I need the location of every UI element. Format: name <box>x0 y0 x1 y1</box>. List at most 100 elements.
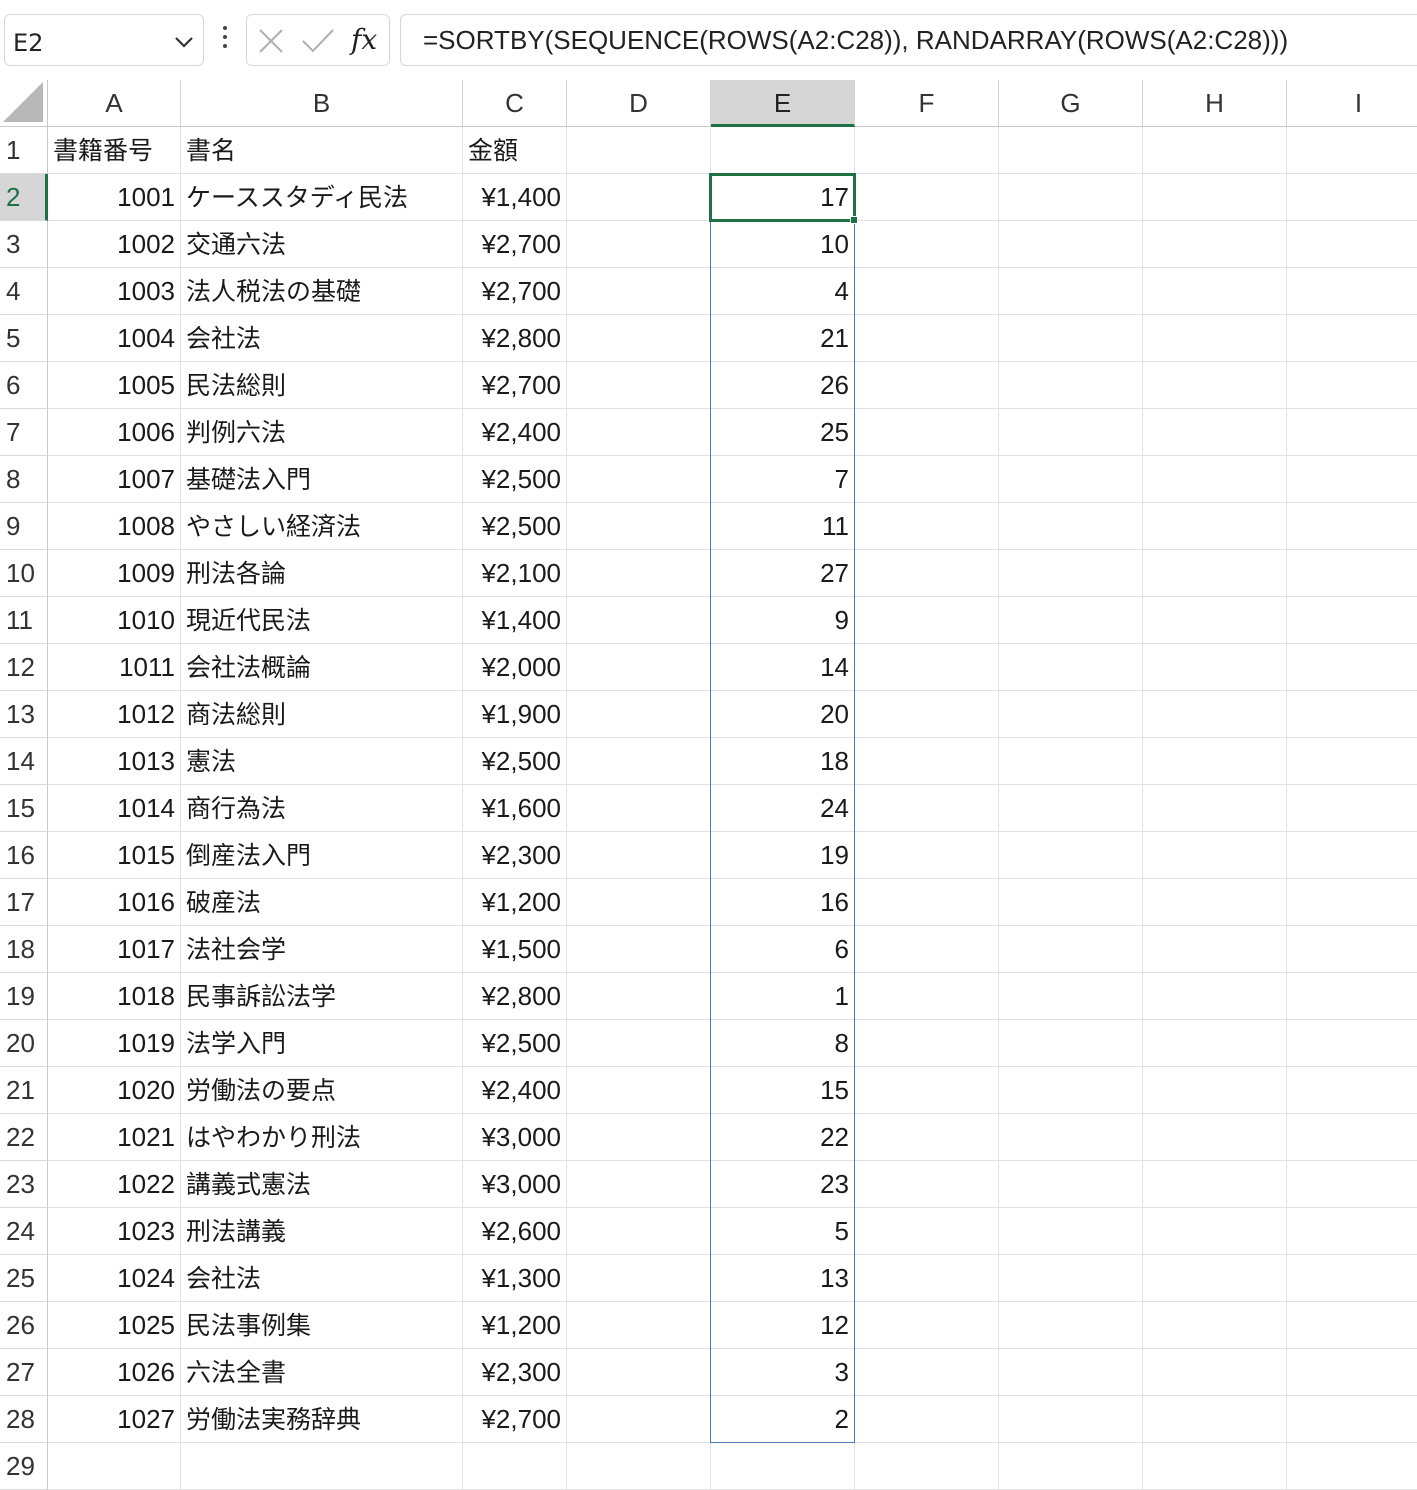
cell-g[interactable] <box>999 174 1143 221</box>
cell-f[interactable] <box>855 785 999 832</box>
cell-f[interactable] <box>855 503 999 550</box>
cell-book-id[interactable]: 1022 <box>48 1161 181 1208</box>
row-header[interactable]: 14 <box>0 738 48 785</box>
cell-book-title[interactable]: 法人税法の基礎 <box>181 268 463 315</box>
cell-price[interactable]: ¥1,600 <box>463 785 567 832</box>
cell-f[interactable] <box>855 973 999 1020</box>
cell-book-id[interactable]: 1004 <box>48 315 181 362</box>
cell-d[interactable] <box>567 785 711 832</box>
cell-g[interactable] <box>999 1114 1143 1161</box>
cell-price[interactable]: ¥2,400 <box>463 1067 567 1114</box>
cell-book-title[interactable]: 会社法 <box>181 1255 463 1302</box>
column-header-f[interactable]: F <box>855 80 999 127</box>
cell-random-order[interactable]: 4 <box>711 268 855 315</box>
cell-random-order[interactable]: 26 <box>711 362 855 409</box>
close-icon[interactable] <box>257 27 285 55</box>
cell-price[interactable]: ¥2,500 <box>463 456 567 503</box>
cell-f[interactable] <box>855 1114 999 1161</box>
cell-b1[interactable]: 書名 <box>181 127 463 174</box>
formula-text[interactable]: =SORTBY(SEQUENCE(ROWS(A2:C28)), RANDARRA… <box>423 25 1288 56</box>
cell-g[interactable] <box>999 503 1143 550</box>
cell-i[interactable] <box>1287 1255 1417 1302</box>
cell-book-id[interactable]: 1012 <box>48 691 181 738</box>
cell-book-id[interactable]: 1008 <box>48 503 181 550</box>
cell-book-id[interactable]: 1016 <box>48 879 181 926</box>
cell-book-title[interactable]: 破産法 <box>181 879 463 926</box>
check-icon[interactable] <box>301 27 335 55</box>
cell-price[interactable]: ¥1,300 <box>463 1255 567 1302</box>
cell-h[interactable] <box>1143 174 1287 221</box>
cell-d[interactable] <box>567 221 711 268</box>
cell-f[interactable] <box>855 1349 999 1396</box>
column-header-a[interactable]: A <box>48 80 181 127</box>
row-header[interactable]: 6 <box>0 362 48 409</box>
cell-book-id[interactable]: 1011 <box>48 644 181 691</box>
cell-f[interactable] <box>855 315 999 362</box>
column-header-i[interactable]: I <box>1287 80 1417 127</box>
cell-book-title[interactable]: はやわかり刑法 <box>181 1114 463 1161</box>
cell-book-title[interactable]: 民事訴訟法学 <box>181 973 463 1020</box>
cell-book-title[interactable]: 現近代民法 <box>181 597 463 644</box>
cell-i[interactable] <box>1287 221 1417 268</box>
cell-book-title[interactable]: 六法全書 <box>181 1349 463 1396</box>
cell-h[interactable] <box>1143 597 1287 644</box>
cell-f[interactable] <box>855 1020 999 1067</box>
cell-i[interactable] <box>1287 1114 1417 1161</box>
cell-f1[interactable] <box>855 127 999 174</box>
cell-g[interactable] <box>999 879 1143 926</box>
cell-price[interactable]: ¥2,300 <box>463 1349 567 1396</box>
cell-book-id[interactable]: 1027 <box>48 1396 181 1443</box>
cell-g1[interactable] <box>999 127 1143 174</box>
row-header[interactable]: 22 <box>0 1114 48 1161</box>
cell-d[interactable] <box>567 174 711 221</box>
cell-book-title[interactable]: やさしい経済法 <box>181 503 463 550</box>
cell-i[interactable] <box>1287 879 1417 926</box>
cell-g[interactable] <box>999 409 1143 456</box>
row-header[interactable]: 2 <box>0 174 48 221</box>
cell-h[interactable] <box>1143 1067 1287 1114</box>
cell-price[interactable]: ¥2,500 <box>463 1020 567 1067</box>
row-header[interactable]: 12 <box>0 644 48 691</box>
cell-random-order[interactable]: 21 <box>711 315 855 362</box>
cell-f[interactable] <box>855 832 999 879</box>
cell-random-order[interactable]: 11 <box>711 503 855 550</box>
cell-h[interactable] <box>1143 1255 1287 1302</box>
cell-g[interactable] <box>999 268 1143 315</box>
cell-price[interactable]: ¥2,100 <box>463 550 567 597</box>
cell-book-title[interactable]: 労働法実務辞典 <box>181 1396 463 1443</box>
cell-f[interactable] <box>855 879 999 926</box>
cell-book-id[interactable]: 1015 <box>48 832 181 879</box>
name-box[interactable]: E2 <box>4 14 204 66</box>
cell-book-title[interactable]: 商法総則 <box>181 691 463 738</box>
cell-i[interactable] <box>1287 268 1417 315</box>
row-header[interactable]: 19 <box>0 973 48 1020</box>
cell-random-order[interactable]: 15 <box>711 1067 855 1114</box>
cell-d[interactable] <box>567 926 711 973</box>
cell-d[interactable] <box>567 456 711 503</box>
cell-book-id[interactable]: 1026 <box>48 1349 181 1396</box>
cell-book-id[interactable]: 1025 <box>48 1302 181 1349</box>
cell-h[interactable] <box>1143 1020 1287 1067</box>
cell-f[interactable] <box>855 738 999 785</box>
cell-h[interactable] <box>1143 268 1287 315</box>
row-header[interactable]: 5 <box>0 315 48 362</box>
cell-g[interactable] <box>999 785 1143 832</box>
cell-book-id[interactable]: 1005 <box>48 362 181 409</box>
cell-g[interactable] <box>999 973 1143 1020</box>
cell-book-title[interactable]: 民法総則 <box>181 362 463 409</box>
cell-h[interactable] <box>1143 1396 1287 1443</box>
cell-i[interactable] <box>1287 315 1417 362</box>
cell-price[interactable]: ¥1,200 <box>463 879 567 926</box>
cell-random-order[interactable]: 14 <box>711 644 855 691</box>
cell-g[interactable] <box>999 1067 1143 1114</box>
cell-g[interactable] <box>999 1349 1143 1396</box>
cell-book-id[interactable]: 1021 <box>48 1114 181 1161</box>
cell-i[interactable] <box>1287 832 1417 879</box>
cell-g[interactable] <box>999 597 1143 644</box>
cell-f[interactable] <box>855 597 999 644</box>
row-header[interactable]: 20 <box>0 1020 48 1067</box>
cell-i[interactable] <box>1287 456 1417 503</box>
cell-book-title[interactable]: 講義式憲法 <box>181 1161 463 1208</box>
cell-f[interactable] <box>855 1255 999 1302</box>
chevron-down-icon[interactable] <box>173 31 195 53</box>
